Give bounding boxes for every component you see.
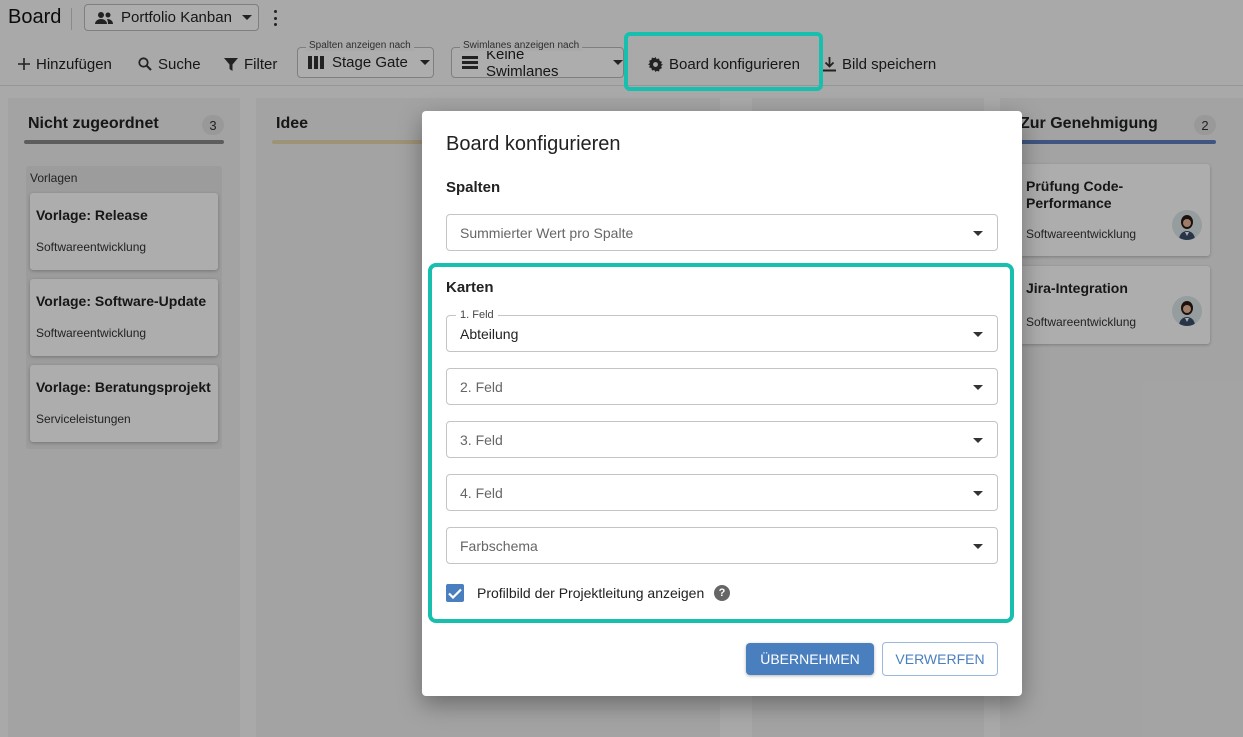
apply-button[interactable]: ÜBERNEHMEN <box>746 643 874 675</box>
cards-section-highlight <box>428 263 1014 623</box>
discard-button[interactable]: VERWERFEN <box>882 642 998 676</box>
columns-section-title: Spalten <box>446 179 501 196</box>
column-sum-placeholder: Summierter Wert pro Spalte <box>460 225 634 241</box>
column-sum-select[interactable]: Summierter Wert pro Spalte <box>446 214 998 251</box>
dialog-title: Board konfigurieren <box>446 133 621 155</box>
configure-button-highlight <box>624 32 823 91</box>
chevron-down-icon <box>973 231 983 236</box>
